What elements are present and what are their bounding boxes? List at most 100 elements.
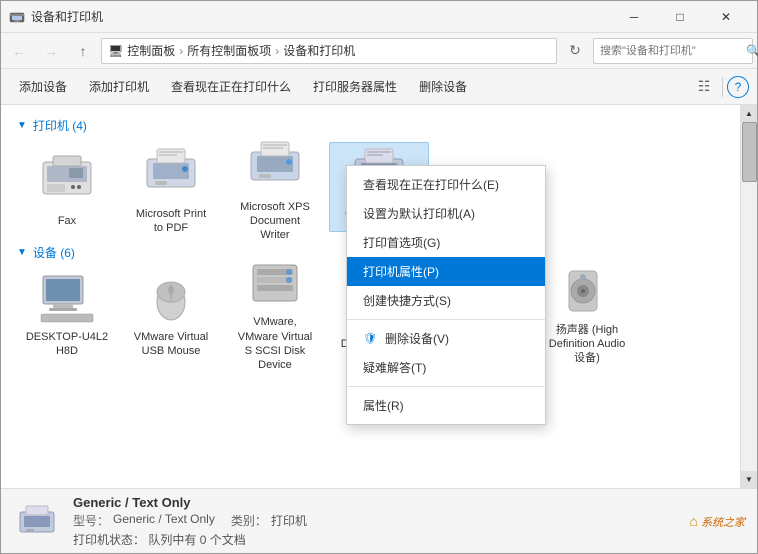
forward-button[interactable]: → (37, 37, 65, 65)
up-button[interactable]: ↑ (69, 37, 97, 65)
scroll-up-button[interactable]: ▲ (741, 105, 758, 122)
ctx-delete-device[interactable]: 🛡 删除设备(V) (347, 324, 545, 353)
devices-collapse-arrow: ▼ (17, 247, 27, 258)
ctx-see-printing-label: 查看现在正在打印什么(E) (363, 176, 499, 193)
status-bar: Generic / Text Only 型号： Generic / Text O… (1, 488, 757, 553)
printers-section-label: 打印机 (4) (33, 117, 87, 134)
mouse-label: VMware VirtualUSB Mouse (134, 330, 208, 359)
device-item-mouse[interactable]: VMware VirtualUSB Mouse (121, 269, 221, 359)
scroll-thumb[interactable] (742, 122, 757, 182)
status-category-label: 类别： (231, 512, 267, 529)
see-printing-button[interactable]: 查看现在正在打印什么 (161, 73, 301, 101)
watermark: ⌂ 系统之家 (689, 513, 745, 530)
status-category-value: 打印机 (271, 512, 307, 529)
status-print-state-label: 打印机状态： (73, 533, 145, 547)
fax-label: Fax (58, 214, 76, 228)
breadcrumb-item-1: 控制面板 (127, 42, 175, 59)
search-icon: 🔍 (746, 44, 758, 58)
window-controls: ─ □ ✕ (611, 1, 749, 33)
toolbar: 添加设备 添加打印机 查看现在正在打印什么 打印服务器属性 删除设备 ☷ ? (1, 69, 757, 105)
xps-printer-label: Microsoft XPSDocumentWriter (240, 200, 310, 243)
status-device-icon (13, 497, 61, 545)
search-input[interactable] (600, 45, 742, 57)
printer-item-pdf[interactable]: Microsoft Printto PDF (121, 142, 221, 232)
disk-label: VMware,VMware VirtualS SCSI DiskDevice (238, 315, 312, 372)
scrollbar: ▲ ▼ (740, 105, 757, 488)
ctx-set-default-label: 设置为默认打印机(A) (363, 205, 475, 222)
ctx-troubleshoot-label: 疑难解答(T) (363, 359, 426, 376)
xps-printer-icon (243, 132, 307, 196)
ctx-delete-device-label: 删除设备(V) (385, 330, 449, 347)
status-device-name: Generic / Text Only (73, 495, 677, 510)
pdf-printer-icon (139, 139, 203, 203)
printer-item-xps[interactable]: Microsoft XPSDocumentWriter (225, 142, 325, 232)
printers-section-header[interactable]: ▼ 打印机 (4) (17, 117, 724, 134)
toolbar-right: ☷ ? (690, 73, 749, 101)
ctx-print-preferences[interactable]: 打印首选项(G) (347, 228, 545, 257)
address-bar: ← → ↑ 🖥 控制面板 › 所有控制面板项 › 设备和打印机 ↻ 🔍 (1, 33, 757, 69)
status-print-state: 打印机状态： 队列中有 0 个文档 (73, 531, 677, 548)
scroll-track[interactable] (741, 122, 758, 471)
pdf-printer-label: Microsoft Printto PDF (136, 207, 206, 236)
speaker-icon (555, 263, 619, 319)
ctx-separator (347, 319, 545, 320)
ctx-print-preferences-label: 打印首选项(G) (363, 234, 440, 251)
printers-collapse-arrow: ▼ (17, 120, 27, 131)
ctx-properties-label: 属性(R) (363, 397, 404, 414)
ctx-properties[interactable]: 属性(R) (347, 391, 545, 420)
minimize-button[interactable]: ─ (611, 1, 657, 33)
ctx-create-shortcut[interactable]: 创建快捷方式(S) (347, 286, 545, 315)
shield-icon: 🛡 (363, 332, 377, 345)
main-content: ▼ 打印机 (4) (1, 105, 757, 488)
breadcrumb-sep-1: › (179, 44, 183, 58)
status-category: 类别： 打印机 (231, 512, 307, 529)
device-item-computer[interactable]: DESKTOP-U4L2H8D (17, 269, 117, 359)
printer-server-props-button[interactable]: 打印服务器属性 (303, 73, 407, 101)
mouse-icon (139, 270, 203, 326)
status-type: 型号： Generic / Text Only (73, 512, 215, 529)
watermark-text: 系统之家 (701, 517, 745, 529)
delete-device-button[interactable]: 删除设备 (409, 73, 477, 101)
window-title: 设备和打印机 (31, 8, 103, 25)
breadcrumb-item-2: 所有控制面板项 (187, 42, 271, 59)
scroll-down-button[interactable]: ▼ (741, 471, 758, 488)
title-left: 设备和打印机 (9, 8, 103, 25)
fax-icon (35, 146, 99, 210)
view-button[interactable]: ☷ (690, 73, 718, 101)
ctx-create-shortcut-label: 创建快捷方式(S) (363, 292, 451, 309)
devices-section-label: 设备 (6) (33, 244, 75, 261)
ctx-separator-2 (347, 386, 545, 387)
ctx-printer-props[interactable]: 打印机属性(P) (347, 257, 545, 286)
device-item-speaker[interactable]: 扬声器 (HighDefinition Audio设备) (537, 269, 637, 359)
back-button[interactable]: ← (5, 37, 33, 65)
device-item-disk[interactable]: VMware,VMware VirtualS SCSI DiskDevice (225, 269, 325, 359)
help-button[interactable]: ? (727, 76, 749, 98)
add-printer-button[interactable]: 添加打印机 (79, 73, 159, 101)
breadcrumb-sep-2: › (275, 44, 279, 58)
ctx-printer-props-label: 打印机属性(P) (363, 263, 439, 280)
ctx-set-default[interactable]: 设置为默认打印机(A) (347, 199, 545, 228)
refresh-button[interactable]: ↻ (561, 37, 589, 65)
speaker-label: 扬声器 (HighDefinition Audio设备) (549, 323, 625, 366)
add-device-button[interactable]: 添加设备 (9, 73, 77, 101)
status-type-label: 型号： (73, 512, 109, 529)
close-button[interactable]: ✕ (703, 1, 749, 33)
maximize-button[interactable]: □ (657, 1, 703, 33)
toolbar-divider (722, 77, 723, 97)
breadcrumb-icon: 🖥 (108, 44, 123, 58)
breadcrumb[interactable]: 🖥 控制面板 › 所有控制面板项 › 设备和打印机 (101, 38, 557, 64)
ctx-see-printing[interactable]: 查看现在正在打印什么(E) (347, 170, 545, 199)
ctx-troubleshoot[interactable]: 疑难解答(T) (347, 353, 545, 382)
breadcrumb-item-3: 设备和打印机 (283, 42, 355, 59)
context-menu: 查看现在正在打印什么(E) 设置为默认打印机(A) 打印首选项(G) 打印机属性… (346, 165, 546, 425)
main-window: 设备和打印机 ─ □ ✕ ← → ↑ 🖥 控制面板 › 所有控制面板项 › 设备… (0, 0, 758, 554)
status-type-value: Generic / Text Only (113, 512, 215, 529)
window-icon (9, 9, 25, 25)
status-meta: 型号： Generic / Text Only 类别： 打印机 (73, 512, 677, 529)
title-bar: 设备和打印机 ─ □ ✕ (1, 1, 757, 33)
computer-icon (35, 270, 99, 326)
printer-item-fax[interactable]: Fax (17, 142, 117, 232)
disk-icon (243, 255, 307, 311)
search-bar[interactable]: 🔍 (593, 38, 753, 64)
status-info: Generic / Text Only 型号： Generic / Text O… (73, 495, 677, 548)
